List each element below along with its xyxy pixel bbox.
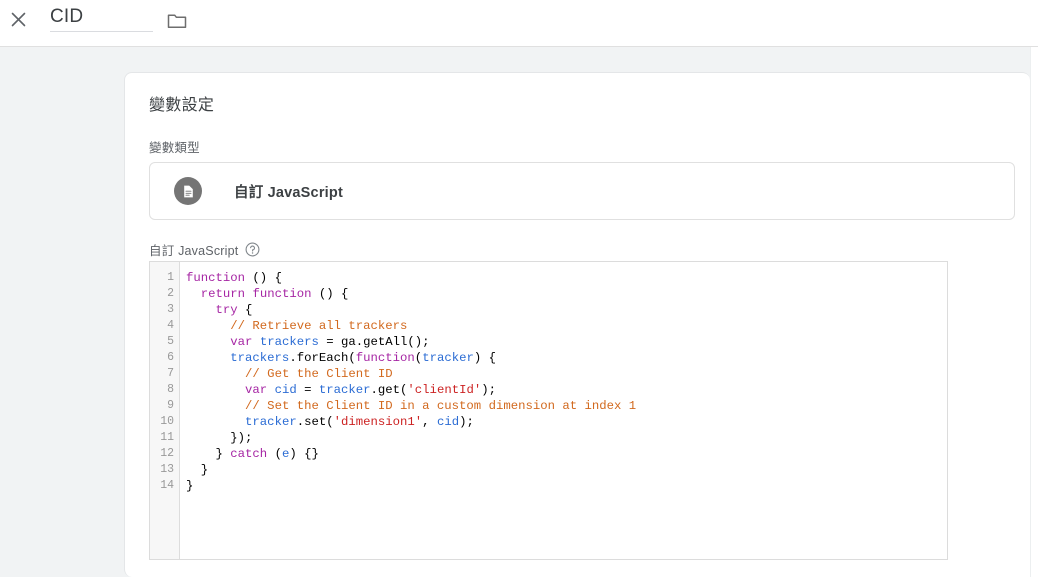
editor-code-line: var cid = tracker.get('clientId'); [186, 382, 947, 398]
code-token-kw: var [245, 383, 268, 397]
editor-code-line: // Get the Client ID [186, 366, 947, 382]
top-bar: CID [0, 0, 1038, 47]
editor-code-line: } catch (e) {} [186, 446, 947, 462]
code-token-kw: function [355, 351, 415, 365]
editor-line-number: 14 [160, 479, 174, 492]
editor-line-number: 4 [167, 319, 174, 332]
code-token-kw: function [186, 271, 246, 285]
variable-name-value: CID [50, 6, 84, 27]
editor-code-line: // Set the Client ID in a custom dimensi… [186, 398, 947, 414]
custom-javascript-editor[interactable]: 1 2 3 4 5 6 7 8 9 10 11 12 13 14 function () { return… [149, 261, 948, 560]
editor-code-line: function () { [186, 270, 947, 286]
code-token-var: tracker [422, 351, 474, 365]
close-button[interactable] [6, 7, 30, 31]
variable-type-name: 自訂 JavaScript [234, 184, 343, 201]
editor-line-number: 1 [167, 271, 174, 284]
editor-line-number: 9 [167, 399, 174, 412]
code-token-pln [186, 287, 201, 301]
variable-type-selector[interactable]: 自訂 JavaScript [149, 162, 1015, 220]
code-token-pln: ); [481, 383, 496, 397]
editor-code-line: trackers.forEach(function(tracker) { [186, 350, 947, 366]
editor-line-number: 5 [167, 335, 174, 348]
editor-line-number: 13 [160, 463, 174, 476]
variable-type-label: 變數類型 [149, 141, 200, 155]
editor-line-number: 2 [167, 287, 174, 300]
code-token-kw: return [200, 287, 246, 301]
editor-code-line: try { [186, 302, 947, 318]
code-token-var: tracker [318, 383, 371, 397]
code-token-pln: }); [186, 431, 253, 445]
editor-line-number: 3 [167, 303, 174, 316]
code-token-kw: catch [230, 447, 268, 461]
editor-line-number: 8 [167, 383, 174, 396]
code-token-var: trackers [230, 351, 290, 365]
code-token-pln [186, 399, 245, 413]
code-token-pln [186, 335, 230, 349]
editor-code-line: var trackers = ga.getAll(); [186, 334, 947, 350]
code-token-kw: function [252, 287, 312, 301]
code-token-pln: .set( [296, 415, 334, 429]
editor-code-line: }); [186, 430, 947, 446]
folder-button[interactable] [164, 8, 190, 32]
code-token-var: tracker [245, 415, 297, 429]
code-token-pln [252, 335, 259, 349]
code-token-pln: } [186, 447, 231, 461]
code-token-pln [267, 383, 274, 397]
code-token-pln: .get( [370, 383, 408, 397]
editor-code-line: tracker.set('dimension1', cid); [186, 414, 947, 430]
code-token-pln [186, 415, 245, 429]
code-token-pln: } [186, 479, 194, 493]
help-circle-icon[interactable] [245, 242, 260, 257]
document-icon [174, 177, 202, 205]
editor-code-line: // Retrieve all trackers [186, 318, 947, 334]
code-token-com: // Retrieve all trackers [230, 319, 408, 333]
editor-line-number: 7 [167, 367, 174, 380]
code-token-pln: } [186, 463, 209, 477]
code-token-pln: = [296, 383, 319, 397]
code-token-com: // Get the Client ID [245, 367, 393, 381]
code-token-pln: () { [311, 287, 349, 301]
code-token-pln: , [422, 415, 437, 429]
code-token-var: trackers [259, 335, 319, 349]
page-title: 變數設定 [149, 97, 215, 114]
page-scrollbar[interactable] [1030, 47, 1038, 577]
editor-line-number: 12 [160, 447, 174, 460]
code-token-var: cid [436, 415, 460, 429]
editor-code-line: return function () { [186, 286, 947, 302]
code-token-pln: () { [245, 271, 282, 285]
editor-line-number-gutter: 1 2 3 4 5 6 7 8 9 10 11 12 13 14 [150, 262, 180, 559]
editor-line-number: 6 [167, 351, 174, 364]
code-token-pln [186, 303, 216, 317]
variable-configuration-card: 變數設定 變數類型 自訂 JavaScript 自訂 JavaScript 12… [124, 72, 1030, 577]
editor-code-line: } [186, 478, 947, 494]
variable-name-input[interactable]: CID [50, 4, 153, 32]
folder-icon [167, 12, 187, 29]
code-token-pln: { [237, 303, 253, 317]
editor-line-number: 11 [160, 431, 174, 444]
code-token-kw: var [230, 335, 253, 349]
code-token-var: cid [274, 383, 297, 397]
editor-code-line: } [186, 462, 947, 478]
code-token-pln: ); [459, 415, 474, 429]
code-token-pln [186, 383, 245, 397]
code-token-pln [186, 367, 245, 381]
code-token-pln [186, 351, 230, 365]
code-token-pln [186, 319, 230, 333]
code-token-pln: = ga.getAll(); [318, 335, 430, 349]
close-icon [10, 11, 27, 28]
code-token-pln: ) {} [289, 447, 319, 461]
editor-code-area[interactable]: function () { return function () { try {… [180, 262, 947, 559]
code-token-kw: try [215, 303, 238, 317]
editor-line-number: 10 [160, 415, 174, 428]
code-token-str: 'clientId' [407, 383, 482, 397]
code-token-str: 'dimension1' [333, 415, 423, 429]
code-token-pln: ) { [473, 351, 496, 365]
code-token-pln: .forEach( [289, 351, 356, 365]
custom-javascript-label: 自訂 JavaScript [149, 244, 239, 258]
code-token-com: // Set the Client ID in a custom dimensi… [245, 399, 637, 413]
code-token-pln: ( [267, 447, 282, 461]
custom-javascript-label-row: 自訂 JavaScript [149, 240, 260, 259]
